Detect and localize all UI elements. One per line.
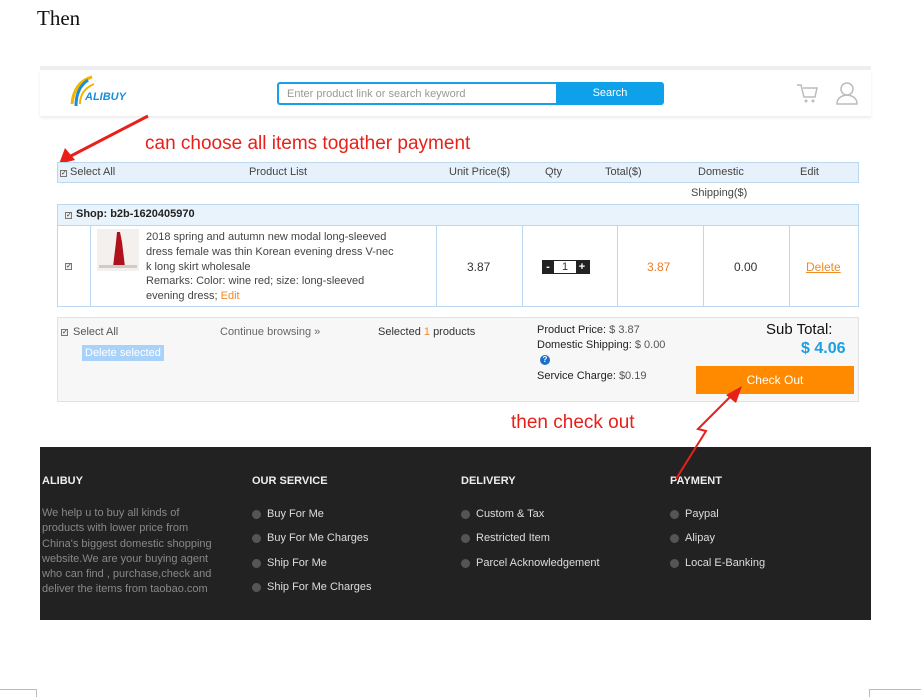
product-thumbnail[interactable] xyxy=(97,229,139,271)
footer-link: Restricted Item xyxy=(461,532,550,544)
service-charge-line: Service Charge: $0.19 xyxy=(537,370,647,382)
bullet-icon xyxy=(252,509,261,519)
bullet-icon xyxy=(461,558,470,568)
delete-selected-button[interactable]: Delete selected xyxy=(82,345,164,361)
qty-input[interactable]: 1 xyxy=(554,261,576,273)
header-qty: Qty xyxy=(545,166,563,178)
delete-link[interactable]: Delete xyxy=(806,260,841,274)
select-all-checkbox[interactable]: ✓ xyxy=(60,170,67,177)
shop-name[interactable]: Shop: b2b-1620405970 xyxy=(76,208,195,220)
footer-link: Parcel Acknowledgement xyxy=(461,557,600,569)
item-shipping: 0.00 xyxy=(734,260,758,274)
header-domestic: Domestic xyxy=(698,166,744,178)
product-title: 2018 spring and autumn new modal long-sl… xyxy=(146,231,394,303)
edit-remarks-link[interactable]: Edit xyxy=(221,290,240,302)
footer-link: Buy For Me xyxy=(252,508,324,520)
continue-browsing-link[interactable]: Continue browsing » xyxy=(220,326,320,338)
footer-about-title: ALIBUY xyxy=(42,475,83,487)
footer-select-all[interactable]: Select All xyxy=(73,326,118,338)
help-icon[interactable]: ? xyxy=(540,355,550,365)
footer-link: Ship For Me Charges xyxy=(252,581,372,593)
increase-button[interactable]: + xyxy=(576,261,588,273)
domestic-shipping-line: Domestic Shipping: $ 0.00 xyxy=(537,339,666,351)
subtotal-value: $ 4.06 xyxy=(801,340,846,357)
bullet-icon xyxy=(670,558,679,568)
bullet-icon xyxy=(252,533,261,543)
header-product-list: Product List xyxy=(249,166,308,178)
header-select-all: Select All xyxy=(70,166,116,178)
logo-text: ALIBUY xyxy=(85,91,126,103)
footer-link: Buy For Me Charges xyxy=(252,532,368,544)
item-checkbox[interactable]: ✓ xyxy=(65,263,72,270)
footer-delivery-title: DELIVERY xyxy=(461,475,516,487)
annotation-checkout: then check out xyxy=(511,412,635,433)
bullet-icon xyxy=(252,582,261,592)
header-shipping: Shipping($) xyxy=(691,187,748,199)
user-icon[interactable] xyxy=(835,80,859,106)
item-total: 3.87 xyxy=(647,260,671,274)
bullet-icon xyxy=(670,533,679,543)
shop-checkbox[interactable]: ✓ xyxy=(65,212,72,219)
footer-link: Ship For Me xyxy=(252,557,327,569)
footer-link: Alipay xyxy=(670,532,715,544)
doc-caption: Then xyxy=(37,6,81,30)
header-unit-price: Unit Price($) xyxy=(449,166,511,178)
bullet-icon xyxy=(670,509,679,519)
annotation-select-all: can choose all items togather payment xyxy=(145,133,471,154)
page-corner-mark xyxy=(869,689,921,690)
search-input[interactable]: Enter product link or search keyword xyxy=(277,82,556,105)
footer-link: Paypal xyxy=(670,508,719,520)
footer-service-title: OUR SERVICE xyxy=(252,475,328,487)
bullet-icon xyxy=(252,558,261,568)
footer-select-all-checkbox[interactable]: ✓ xyxy=(61,329,68,336)
search-button[interactable]: Search xyxy=(556,82,664,105)
quantity-stepper[interactable]: - 1 + xyxy=(542,260,590,274)
unit-price: 3.87 xyxy=(467,260,491,274)
product-price-line: Product Price: $ 3.87 xyxy=(537,324,640,336)
selected-count: Selected 1 products xyxy=(378,326,476,338)
footer-link: Local E-Banking xyxy=(670,557,765,569)
page-corner-mark xyxy=(0,689,37,690)
page-corner-mark xyxy=(869,689,870,697)
footer-about-text: We help u to buy all kinds of products w… xyxy=(42,507,212,596)
bullet-icon xyxy=(461,533,470,543)
cart-icon[interactable] xyxy=(796,82,818,104)
bullet-icon xyxy=(461,509,470,519)
header-edit: Edit xyxy=(800,166,819,178)
footer-link: Custom & Tax xyxy=(461,508,544,520)
header-total: Total($) xyxy=(605,166,642,178)
annotation-arrow-icon xyxy=(675,386,742,480)
subtotal-label: Sub Total: xyxy=(766,321,833,338)
page-corner-mark xyxy=(36,689,37,697)
decrease-button[interactable]: - xyxy=(542,261,554,273)
